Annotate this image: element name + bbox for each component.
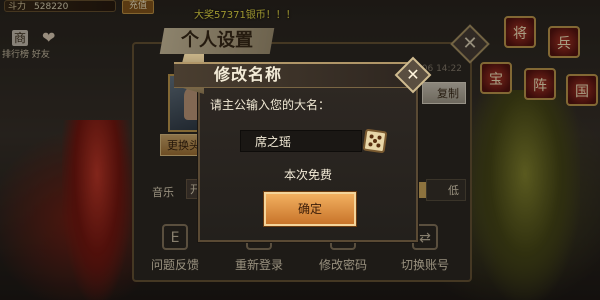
name-input[interactable]: 席之瑶 (240, 130, 362, 152)
random-name-dice-icon[interactable] (362, 128, 388, 154)
dialog-header: 修改名称 (174, 62, 414, 88)
name-prompt: 请主公输入您的大名： (210, 98, 331, 112)
confirm-button[interactable]: 确定 (264, 192, 356, 226)
rename-dialog: 修改名称 ✕ 请主公输入您的大名： 席之瑶 本次免费 确定 (174, 54, 432, 242)
dialog-title: 修改名称 (214, 65, 283, 84)
close-icon: ✕ (406, 65, 420, 84)
free-change-text: 本次免费 (283, 168, 332, 182)
